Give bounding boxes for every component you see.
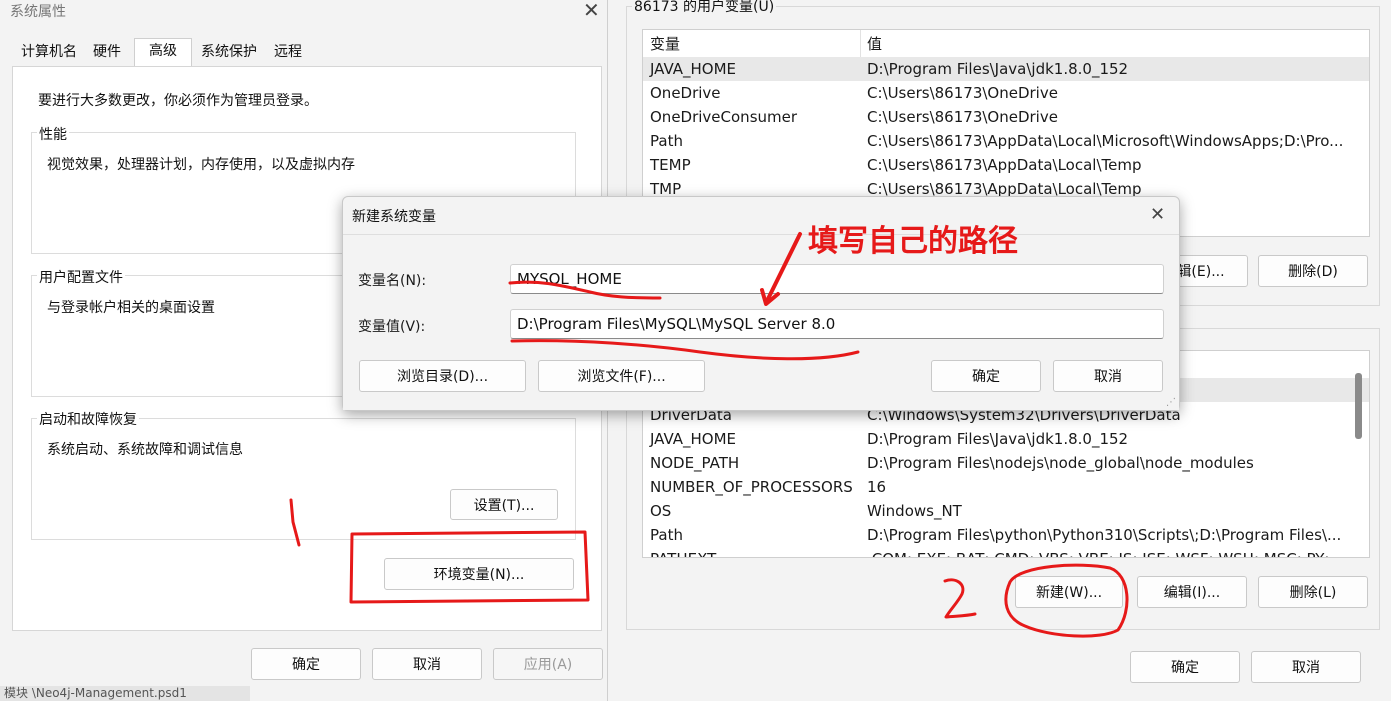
annotation-arrow (764, 232, 802, 305)
annotation-circle (1004, 563, 1129, 638)
annotation-box (349, 530, 590, 604)
annotation-overlay (289, 232, 1129, 638)
annotation-underline-name (508, 280, 662, 300)
annotation-mark-2 (943, 578, 977, 619)
annotation-mark-1 (289, 498, 301, 547)
annotation-underline-value (510, 339, 860, 361)
